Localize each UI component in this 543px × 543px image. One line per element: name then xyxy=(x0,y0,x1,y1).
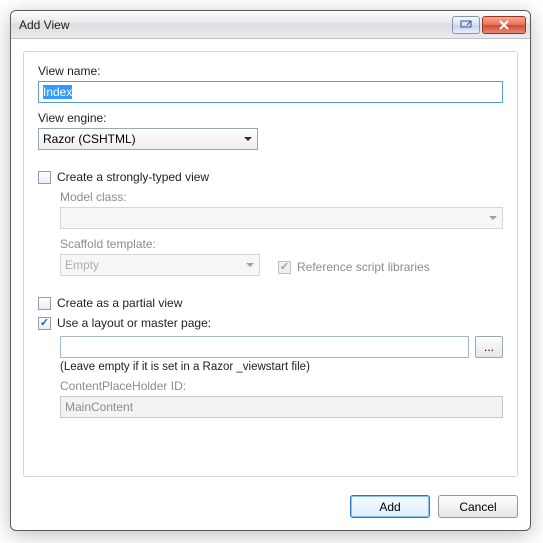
dialog-window: Add View View name: View engine: xyxy=(10,10,531,531)
cancel-button[interactable]: Cancel xyxy=(438,495,518,518)
window-controls xyxy=(452,16,528,34)
dialog-content: View name: View engine: Razor (CSHTML) C… xyxy=(11,39,530,487)
view-engine-select[interactable]: Razor (CSHTML) xyxy=(38,128,258,150)
strongly-typed-section: Model class: Scaffold template: Empty xyxy=(60,190,503,284)
layout-label: Use a layout or master page: xyxy=(57,316,211,330)
form-group: View name: View engine: Razor (CSHTML) C… xyxy=(23,51,518,477)
model-class-label: Model class: xyxy=(60,190,503,204)
model-class-select xyxy=(60,207,503,229)
layout-section: ... (Leave empty if it is set in a Razor… xyxy=(60,336,503,418)
browse-button[interactable]: ... xyxy=(475,336,503,358)
view-engine-row: View engine: Razor (CSHTML) xyxy=(38,111,503,150)
layout-row: Use a layout or master page: xyxy=(38,316,503,330)
ref-scripts-checkbox xyxy=(278,261,291,274)
titlebar: Add View xyxy=(11,11,530,39)
close-button[interactable] xyxy=(482,16,526,34)
layout-path-input[interactable] xyxy=(60,336,469,358)
close-icon xyxy=(498,20,510,30)
strongly-typed-row: Create a strongly-typed view xyxy=(38,170,503,184)
help-button[interactable] xyxy=(452,16,480,34)
partial-view-label: Create as a partial view xyxy=(57,296,182,310)
partial-view-checkbox[interactable] xyxy=(38,297,51,310)
ref-scripts-label: Reference script libraries xyxy=(297,260,430,274)
view-engine-label: View engine: xyxy=(38,111,503,125)
strongly-typed-label: Create a strongly-typed view xyxy=(57,170,209,184)
window-title: Add View xyxy=(19,18,452,32)
strongly-typed-checkbox[interactable] xyxy=(38,171,51,184)
dialog-footer: Add Cancel xyxy=(11,487,530,530)
cph-label: ContentPlaceHolder ID: xyxy=(60,379,503,393)
help-icon xyxy=(460,20,472,30)
add-button[interactable]: Add xyxy=(350,495,430,518)
view-name-label: View name: xyxy=(38,64,503,78)
layout-hint: (Leave empty if it is set in a Razor _vi… xyxy=(60,361,503,373)
partial-view-row: Create as a partial view xyxy=(38,296,503,310)
scaffold-select: Empty xyxy=(60,254,260,276)
scaffold-label: Scaffold template: xyxy=(60,237,260,251)
cph-input xyxy=(60,396,503,418)
layout-checkbox[interactable] xyxy=(38,317,51,330)
view-name-input[interactable] xyxy=(38,81,503,103)
view-name-row: View name: xyxy=(38,64,503,103)
